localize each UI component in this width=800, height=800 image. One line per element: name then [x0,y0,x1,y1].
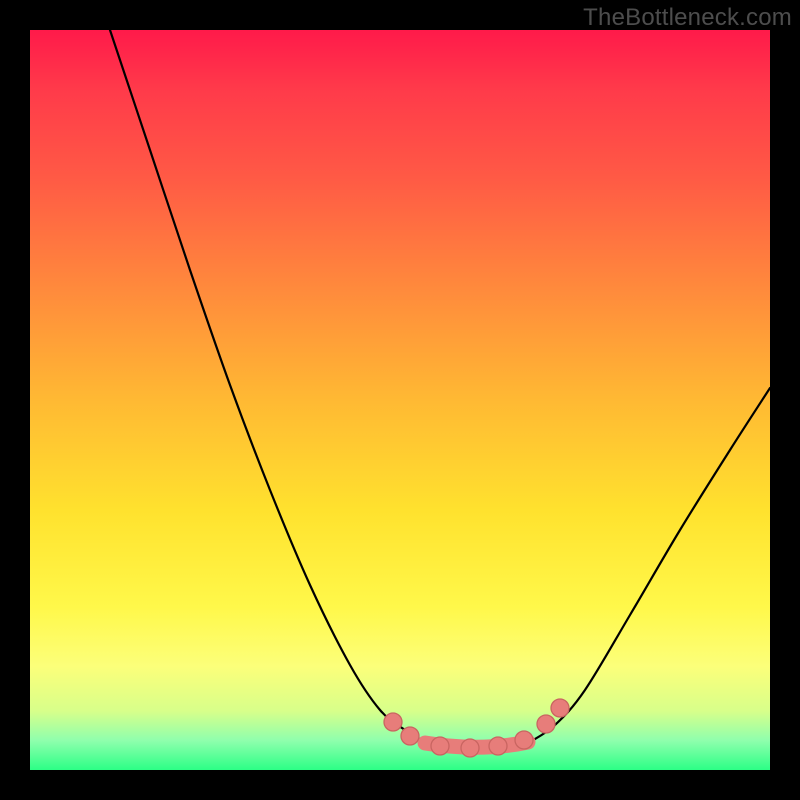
curve-marker [461,739,479,757]
curve-marker [515,731,533,749]
curve-marker [489,737,507,755]
chart-plot-area [30,30,770,770]
curve-markers [384,699,569,757]
curve-path [110,30,770,748]
attribution-text: TheBottleneck.com [583,4,792,32]
curve-marker [401,727,419,745]
curve-marker [384,713,402,731]
curve-marker [551,699,569,717]
curve-marker [431,737,449,755]
curve-marker [537,715,555,733]
bottleneck-curve [30,30,770,770]
